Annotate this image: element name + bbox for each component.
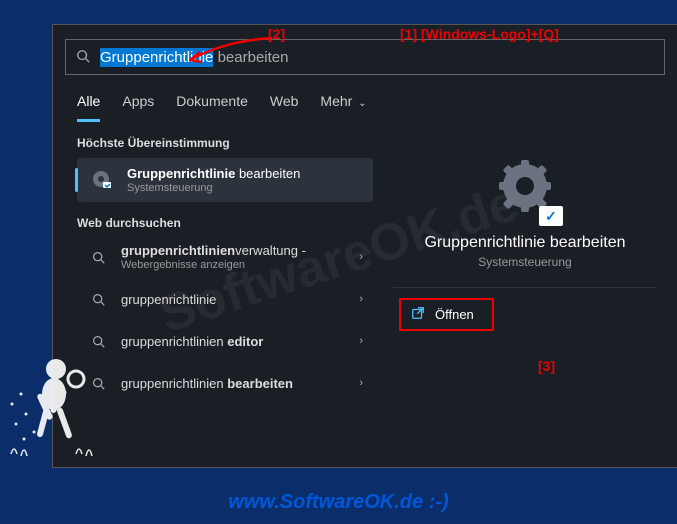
tab-apps[interactable]: Apps <box>122 93 154 122</box>
open-label: Öffnen <box>435 307 474 322</box>
search-icon <box>87 327 109 355</box>
chevron-right-icon: › <box>359 251 363 263</box>
result-title: gruppenrichtlinien editor <box>121 334 353 349</box>
open-external-icon <box>411 306 425 323</box>
best-match-header: Höchste Übereinstimmung <box>77 136 373 150</box>
search-input[interactable]: Gruppenrichtlinie bearbeiten <box>65 39 665 75</box>
tab-web[interactable]: Web <box>270 93 299 122</box>
web-search-header: Web durchsuchen <box>77 216 373 230</box>
tab-all[interactable]: Alle <box>77 93 100 122</box>
open-button[interactable]: Öffnen <box>399 298 494 331</box>
footer-link: www.SoftwareOK.de :-) <box>0 491 677 514</box>
annotation-3: [3] <box>538 358 555 374</box>
web-result[interactable]: gruppenrichtlinien editor › <box>77 320 373 362</box>
gear-icon-large: ✓ <box>491 156 559 224</box>
chevron-down-icon: ⌄ <box>355 98 366 109</box>
web-result[interactable]: gruppenrichtlinien bearbeiten › <box>77 362 373 404</box>
tab-documents[interactable]: Dokumente <box>176 93 248 122</box>
search-icon <box>76 49 90 66</box>
result-title: Gruppenrichtlinie bearbeiten <box>127 166 363 181</box>
web-result[interactable]: gruppenrichtlinienverwaltung - Webergebn… <box>77 236 373 278</box>
chevron-right-icon: › <box>359 293 363 305</box>
search-text: Gruppenrichtlinie bearbeiten <box>100 49 288 66</box>
result-subtitle: Webergebnisse anzeigen <box>121 259 353 271</box>
search-icon <box>87 369 109 397</box>
search-icon <box>87 243 109 271</box>
gear-icon <box>87 166 115 194</box>
tabs: Alle Apps Dokumente Web Mehr ⌄ <box>53 75 677 122</box>
detail-subtitle: Systemsteuerung <box>393 255 657 269</box>
annotation-2: [2] <box>268 26 285 42</box>
check-badge-icon: ✓ <box>539 206 563 226</box>
search-window: Gruppenrichtlinie bearbeiten Alle Apps D… <box>52 24 677 468</box>
result-title: gruppenrichtlinien bearbeiten <box>121 376 353 391</box>
result-subtitle: Systemsteuerung <box>127 182 363 194</box>
search-icon <box>87 285 109 313</box>
result-title: gruppenrichtlinienverwaltung - <box>121 243 353 258</box>
result-title: gruppenrichtlinie <box>121 292 353 307</box>
detail-title: Gruppenrichtlinie bearbeiten <box>393 234 657 252</box>
divider <box>393 287 657 288</box>
detail-pane: ✓ Gruppenrichtlinie bearbeiten Systemste… <box>383 136 677 404</box>
tab-more[interactable]: Mehr ⌄ <box>320 93 366 122</box>
chevron-right-icon: › <box>359 335 363 347</box>
web-result[interactable]: gruppenrichtlinie › <box>77 278 373 320</box>
chevron-right-icon: › <box>359 377 363 389</box>
best-match-result[interactable]: Gruppenrichtlinie bearbeiten Systemsteue… <box>77 158 373 202</box>
annotation-1: [1] [Windows-Logo]+[Q] <box>400 26 559 42</box>
